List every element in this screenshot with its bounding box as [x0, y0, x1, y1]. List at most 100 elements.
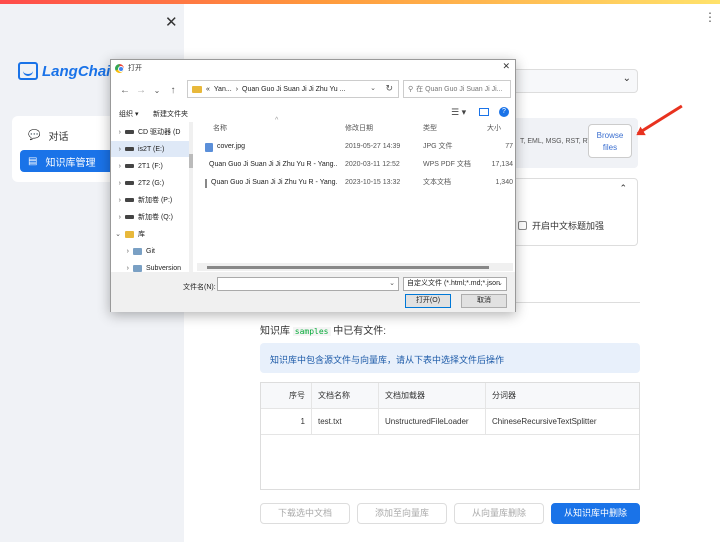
tree-item[interactable]: › 2T2 (G:): [111, 175, 191, 191]
tree-item-label: 2T1 (F:): [138, 162, 163, 170]
file-type: 文本文档: [423, 179, 451, 186]
drive-icon: [125, 198, 134, 202]
open-button[interactable]: 打开(O): [405, 294, 451, 308]
expand-chevron-icon[interactable]: ›: [111, 163, 121, 170]
cancel-button[interactable]: 取消: [461, 294, 507, 308]
tree-item[interactable]: › 新加卷 (P:): [111, 192, 191, 208]
column-header-size[interactable]: 大小: [487, 122, 501, 136]
organize-button[interactable]: 组织 ▾: [119, 109, 138, 119]
file-name: Quan Guo Ji Suan Ji Ji Zhu Yu R - Yang..…: [211, 179, 337, 186]
drive-icon: [125, 164, 134, 168]
database-icon: ▤: [28, 155, 38, 167]
collapse-chevron-icon[interactable]: ⌄: [111, 230, 121, 238]
expand-chevron-icon[interactable]: ›: [111, 265, 129, 272]
add-to-vector-store-button[interactable]: 添加至向量库: [357, 503, 447, 524]
column-header-date[interactable]: 修改日期: [345, 122, 373, 136]
chevron-down-icon[interactable]: ⌄: [389, 279, 395, 287]
table-header-cell[interactable]: 序号: [261, 383, 311, 409]
file-name: cover.jpg: [217, 143, 246, 150]
sidebar-item-label: 知识库管理: [45, 157, 96, 169]
view-options-icon[interactable]: ☰ ▾: [451, 107, 466, 118]
chevron-down-icon: ⌄: [622, 73, 631, 84]
up-arrow-icon[interactable]: ↑: [165, 85, 181, 96]
sidebar-item-label: 对话: [48, 131, 69, 143]
tree-item[interactable]: › Git: [111, 243, 191, 259]
zh-title-enhance-checkbox[interactable]: [518, 221, 527, 230]
dialog-title: 打开: [128, 65, 142, 72]
tree-item[interactable]: › is2T (E:): [111, 141, 191, 157]
tree-item[interactable]: › 新加卷 (Q:): [111, 209, 191, 225]
chevron-up-icon[interactable]: ⌃: [619, 183, 627, 194]
table-cell: UnstructuredFileLoader: [378, 409, 485, 435]
upload-file-types: T, EML, MSG, RST, RTF,: [520, 138, 598, 145]
annotation-arrow: [637, 105, 683, 135]
recent-chevron-icon[interactable]: ⌄: [149, 86, 165, 95]
table-row[interactable]: 1 test.txt UnstructuredFileLoader Chines…: [261, 409, 639, 435]
tree-item[interactable]: › 2T1 (F:): [111, 158, 191, 174]
breadcrumb-segment[interactable]: Yan...: [214, 86, 232, 93]
file-date: 2023-10-15 13:32: [345, 179, 401, 186]
expand-chevron-icon[interactable]: ›: [111, 214, 121, 221]
search-icon: ⚲: [408, 86, 414, 93]
column-header-name[interactable]: 名称: [213, 122, 227, 136]
delete-from-kb-button[interactable]: 从知识库中删除: [551, 503, 640, 524]
table-header-row: 序号 文档名称 文档加载器 分词器: [261, 383, 639, 409]
expand-chevron-icon[interactable]: ›: [111, 180, 121, 187]
help-icon[interactable]: ?: [499, 107, 509, 117]
expand-chevron-icon[interactable]: ›: [111, 146, 121, 153]
filetype-value: 自定义文件 (*.html;*.md;*.json: [407, 280, 500, 287]
expand-chevron-icon[interactable]: ›: [111, 197, 121, 204]
tree-item[interactable]: ⌄ 库: [111, 226, 191, 242]
breadcrumb-segment[interactable]: Quan Guo Ji Suan Ji Ji Zhu Yu ...: [242, 86, 345, 93]
preview-pane-icon[interactable]: [479, 108, 489, 116]
table-header-cell[interactable]: 文档加载器: [378, 383, 485, 409]
more-menu-icon[interactable]: ⋮: [704, 10, 716, 24]
back-arrow-icon[interactable]: ←: [117, 85, 133, 96]
folder-tree: › CD 驱动器 (D › is2T (E:) › 2T1 (F:) › 2T2…: [111, 122, 191, 272]
dialog-search-input[interactable]: ⚲ 在 Quan Guo Ji Suan Ji Ji...: [403, 80, 511, 98]
tree-item-label: is2T (E:): [138, 145, 165, 153]
chevron-down-icon: ⌄: [497, 280, 503, 287]
download-selected-button[interactable]: 下载选中文档: [260, 503, 350, 524]
delete-from-vector-store-button[interactable]: 从向量库删除: [454, 503, 544, 524]
browse-files-button[interactable]: Browse files: [588, 124, 632, 158]
refresh-icon[interactable]: ↻: [385, 83, 393, 94]
zh-title-enhance-checkbox-row[interactable]: 开启中文标题加强: [518, 219, 604, 232]
file-size: 1,340: [495, 179, 513, 186]
file-name: Quan Guo Ji Suan Ji Ji Zhu Yu R - Yang..…: [209, 161, 337, 168]
address-bar[interactable]: « Yan... › Quan Guo Ji Suan Ji Ji Zhu Yu…: [187, 80, 399, 98]
kb-files-title: 知识库 samples 中已有文件:: [260, 322, 386, 337]
drive-icon: [125, 181, 134, 185]
close-icon[interactable]: ✕: [502, 61, 510, 72]
jpg-file-icon: [205, 142, 213, 152]
hscrollbar-thumb[interactable]: [207, 266, 489, 269]
expand-chevron-icon[interactable]: ›: [111, 129, 121, 136]
expand-chevron-icon[interactable]: ›: [111, 248, 129, 255]
close-sidebar-icon[interactable]: ✕: [165, 13, 178, 31]
file-row[interactable]: cover.jpg 2019-05-27 14:39 JPG 文件 77: [195, 139, 515, 155]
tree-scrollbar[interactable]: [189, 122, 193, 272]
file-date: 2020-03-11 12:52: [345, 161, 400, 168]
library-folder-icon: [125, 230, 134, 238]
kb-files-table[interactable]: 序号 文档名称 文档加载器 分词器 1 test.txt Unstructure…: [260, 382, 640, 490]
tree-item[interactable]: › CD 驱动器 (D: [111, 124, 191, 140]
forward-arrow-icon[interactable]: →: [133, 85, 149, 96]
table-header-cell[interactable]: 分词器: [485, 383, 639, 409]
filename-input[interactable]: ⌄: [217, 277, 399, 291]
file-row[interactable]: Quan Guo Ji Suan Ji Ji Zhu Yu R - Yang..…: [195, 157, 515, 173]
drive-icon: [125, 130, 134, 134]
tree-scrollbar-thumb[interactable]: [189, 154, 193, 168]
column-header-type[interactable]: 类型: [423, 122, 437, 136]
search-placeholder: 在 Quan Guo Ji Suan Ji Ji...: [416, 86, 503, 93]
chevron-down-icon[interactable]: ⌄: [370, 84, 376, 92]
tree-item-label: Git: [146, 247, 155, 255]
new-folder-button[interactable]: 新建文件夹: [153, 109, 188, 119]
checkbox-label: 开启中文标题加强: [532, 221, 605, 231]
text-file-icon: [205, 178, 207, 188]
tree-item[interactable]: › Subversion: [111, 260, 191, 272]
file-row[interactable]: Quan Guo Ji Suan Ji Ji Zhu Yu R - Yang..…: [195, 175, 515, 191]
dialog-toolbar: 组织 ▾ 新建文件夹 ☰ ▾ ?: [111, 104, 515, 122]
file-type: WPS PDF 文档: [423, 161, 471, 168]
table-header-cell[interactable]: 文档名称: [311, 383, 378, 409]
filetype-select[interactable]: 自定义文件 (*.html;*.md;*.json ⌄: [403, 277, 507, 291]
